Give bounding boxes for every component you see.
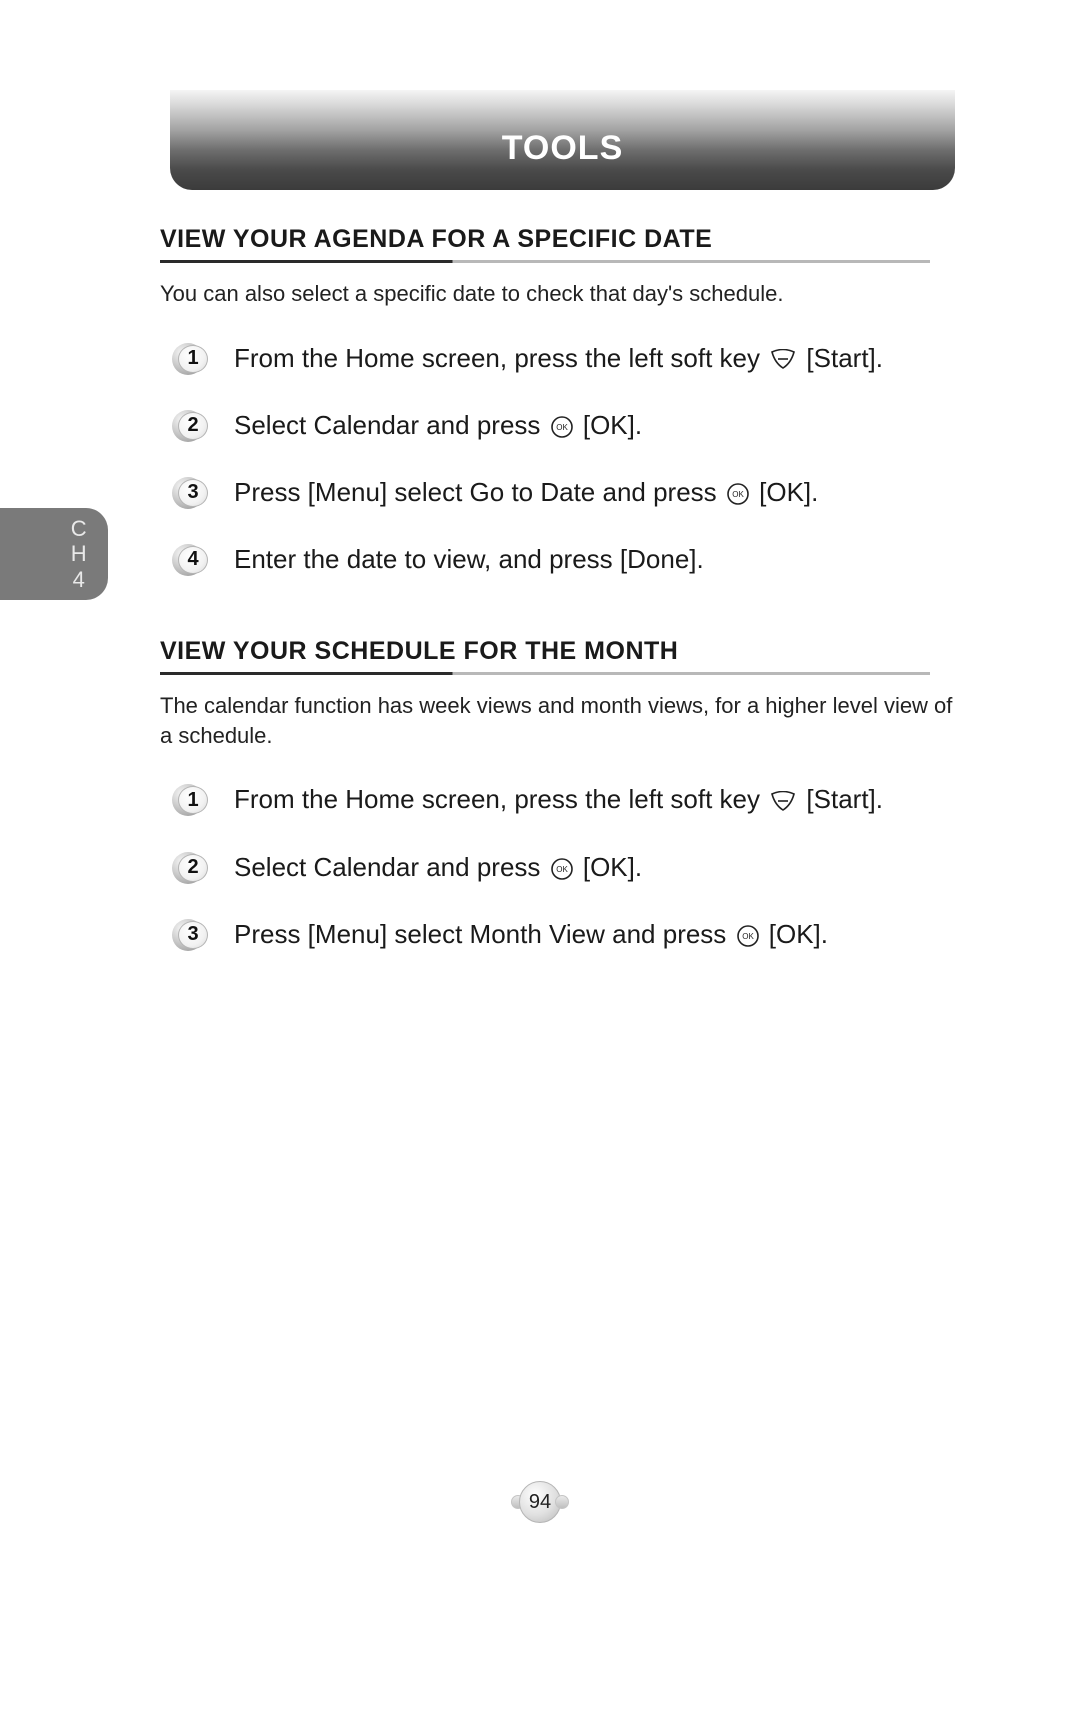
svg-text:OK: OK — [742, 932, 754, 941]
step-number-bullet: 1 — [172, 784, 212, 816]
step-item: 3 Press [Menu] select Month View and pre… — [160, 917, 955, 952]
chapter-tab-line: C — [71, 516, 87, 541]
ok-button-icon: OK — [726, 482, 750, 506]
step-text: From the Home screen, press the left sof… — [234, 341, 955, 376]
step-text-pre: From the Home screen, press the left sof… — [234, 784, 767, 814]
step-number-bullet: 3 — [172, 477, 212, 509]
step-text-post: [OK]. — [576, 410, 642, 440]
step-number: 2 — [187, 856, 198, 879]
page-number: 94 — [529, 1491, 551, 1514]
ok-button-icon: OK — [550, 415, 574, 439]
step-number: 1 — [187, 347, 198, 370]
step-text: Press [Menu] select Month View and press… — [234, 917, 955, 952]
header-band: TOOLS — [170, 90, 955, 190]
section-heading: VIEW YOUR SCHEDULE FOR THE MONTH — [160, 637, 955, 672]
step-text-pre: Press [Menu] select Month View and press — [234, 919, 734, 949]
step-number: 3 — [187, 923, 198, 946]
softkey-icon — [769, 791, 797, 813]
step-text-post: [OK]. — [762, 919, 828, 949]
svg-text:OK: OK — [556, 423, 568, 432]
section-heading: VIEW YOUR AGENDA FOR A SPECIFIC DATE — [160, 225, 955, 260]
content-area: VIEW YOUR AGENDA FOR A SPECIFIC DATE You… — [160, 215, 955, 984]
step-item: 2 Select Calendar and press OK [OK]. — [160, 850, 955, 885]
step-text: Select Calendar and press OK [OK]. — [234, 850, 955, 885]
step-number: 3 — [187, 481, 198, 504]
heading-rule — [160, 260, 930, 263]
svg-text:OK: OK — [732, 490, 744, 499]
step-item: 4 Enter the date to view, and press [Don… — [160, 542, 955, 577]
ok-button-icon: OK — [736, 924, 760, 948]
svg-text:OK: OK — [556, 865, 568, 874]
softkey-icon — [769, 349, 797, 371]
section-intro: The calendar function has week views and… — [160, 691, 955, 750]
step-number-bullet: 2 — [172, 410, 212, 442]
step-text-post: [OK]. — [576, 852, 642, 882]
step-text-post: [Start]. — [799, 343, 883, 373]
step-number-bullet: 3 — [172, 919, 212, 951]
step-text-pre: From the Home screen, press the left sof… — [234, 343, 767, 373]
step-item: 1 From the Home screen, press the left s… — [160, 782, 955, 817]
step-text: Enter the date to view, and press [Done]… — [234, 542, 955, 577]
step-text-pre: Select Calendar and press — [234, 410, 548, 440]
chapter-tab: C H 4 — [0, 508, 108, 600]
step-item: 1 From the Home screen, press the left s… — [160, 341, 955, 376]
step-text-post: [OK]. — [752, 477, 818, 507]
step-item: 3 Press [Menu] select Go to Date and pre… — [160, 475, 955, 510]
section-intro: You can also select a specific date to c… — [160, 279, 955, 309]
step-number: 2 — [187, 414, 198, 437]
step-number-bullet: 1 — [172, 343, 212, 375]
chapter-tab-line: H — [71, 541, 87, 566]
step-number: 1 — [187, 789, 198, 812]
step-number-bullet: 2 — [172, 852, 212, 884]
ok-button-icon: OK — [550, 857, 574, 881]
step-item: 2 Select Calendar and press OK [OK]. — [160, 408, 955, 443]
header-title: TOOLS — [502, 129, 624, 168]
step-text-post: [Start]. — [799, 784, 883, 814]
step-number: 4 — [187, 548, 198, 571]
step-text-pre: Select Calendar and press — [234, 852, 548, 882]
step-text: Press [Menu] select Go to Date and press… — [234, 475, 955, 510]
step-number-bullet: 4 — [172, 544, 212, 576]
step-text: Select Calendar and press OK [OK]. — [234, 408, 955, 443]
page-number-badge: 94 — [517, 1479, 563, 1525]
chapter-tab-line: 4 — [73, 567, 86, 592]
heading-rule — [160, 672, 930, 675]
step-text: From the Home screen, press the left sof… — [234, 782, 955, 817]
step-text-pre: Press [Menu] select Go to Date and press — [234, 477, 724, 507]
manual-page: TOOLS C H 4 VIEW YOUR AGENDA FOR A SPECI… — [0, 0, 1080, 1710]
step-text-pre: Enter the date to view, and press [Done]… — [234, 544, 704, 574]
